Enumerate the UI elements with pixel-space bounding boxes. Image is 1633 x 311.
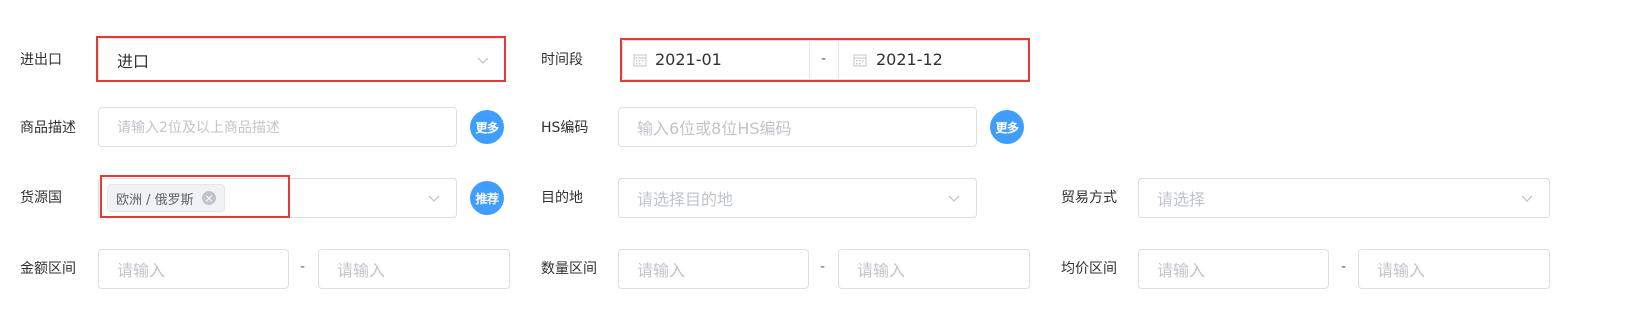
product-desc-input[interactable]: 请输入2位及以上商品描述 bbox=[98, 107, 457, 147]
origin-select[interactable]: 欧洲 / 俄罗斯 bbox=[98, 178, 457, 218]
date-end[interactable]: 2021-12 bbox=[876, 50, 943, 69]
date-range-picker[interactable]: 2021-01 - 2021-12 bbox=[622, 40, 1030, 80]
import-export-label: 进出口 bbox=[20, 52, 62, 68]
destination-label: 目的地 bbox=[541, 190, 583, 206]
amount-separator: - bbox=[300, 259, 306, 275]
quantity-max-input[interactable]: 请输入 bbox=[838, 249, 1030, 289]
amount-range-label: 金额区间 bbox=[20, 261, 76, 277]
unit-price-min-placeholder: 请输入 bbox=[1157, 261, 1206, 280]
unit-price-max-placeholder: 请输入 bbox=[1377, 261, 1426, 280]
date-separator: - bbox=[821, 51, 827, 67]
chevron-down-icon bbox=[1521, 195, 1533, 202]
chevron-down-icon bbox=[477, 57, 489, 64]
quantity-max-placeholder: 请输入 bbox=[857, 261, 906, 280]
chevron-down-icon bbox=[948, 195, 960, 202]
hs-code-label: HS编码 bbox=[541, 120, 589, 136]
trade-mode-label: 贸易方式 bbox=[1061, 190, 1117, 206]
unit-price-min-input[interactable]: 请输入 bbox=[1138, 249, 1329, 289]
origin-tag-text: 欧洲 / 俄罗斯 bbox=[116, 192, 194, 208]
period-label: 时间段 bbox=[541, 52, 583, 68]
destination-select[interactable]: 请选择目的地 bbox=[618, 178, 977, 218]
date-start[interactable]: 2021-01 bbox=[655, 50, 722, 69]
quantity-min-input[interactable]: 请输入 bbox=[618, 249, 809, 289]
trade-mode-select[interactable]: 请选择 bbox=[1138, 178, 1550, 218]
quantity-separator: - bbox=[820, 259, 826, 275]
close-icon[interactable] bbox=[201, 191, 216, 205]
quantity-min-placeholder: 请输入 bbox=[637, 261, 686, 280]
origin-recommend-button[interactable]: 推荐 bbox=[470, 181, 504, 215]
trade-mode-placeholder: 请选择 bbox=[1157, 190, 1206, 209]
origin-label: 货源国 bbox=[20, 190, 62, 206]
quantity-range-label: 数量区间 bbox=[541, 261, 597, 277]
hs-code-input[interactable]: 输入6位或8位HS编码 bbox=[618, 107, 977, 147]
product-desc-more-button[interactable]: 更多 bbox=[470, 110, 504, 144]
hs-code-placeholder: 输入6位或8位HS编码 bbox=[637, 119, 792, 138]
amount-min-input[interactable]: 请输入 bbox=[98, 249, 289, 289]
unit-price-max-input[interactable]: 请输入 bbox=[1358, 249, 1550, 289]
calendar-icon bbox=[853, 54, 867, 67]
amount-max-input[interactable]: 请输入 bbox=[318, 249, 510, 289]
chevron-down-icon bbox=[428, 195, 440, 202]
hs-code-more-button[interactable]: 更多 bbox=[990, 110, 1024, 144]
product-desc-placeholder: 请输入2位及以上商品描述 bbox=[117, 120, 280, 136]
amount-max-placeholder: 请输入 bbox=[337, 261, 386, 280]
unit-price-separator: - bbox=[1341, 259, 1347, 275]
import-export-select[interactable]: 进口 bbox=[98, 38, 506, 82]
unit-price-range-label: 均价区间 bbox=[1061, 261, 1117, 277]
divider bbox=[809, 41, 810, 79]
import-export-value: 进口 bbox=[117, 52, 150, 71]
origin-tag: 欧洲 / 俄罗斯 bbox=[107, 184, 225, 212]
destination-placeholder: 请选择目的地 bbox=[637, 190, 734, 209]
product-desc-label: 商品描述 bbox=[20, 120, 76, 136]
amount-min-placeholder: 请输入 bbox=[117, 261, 166, 280]
divider bbox=[838, 41, 839, 79]
calendar-icon bbox=[633, 54, 647, 67]
